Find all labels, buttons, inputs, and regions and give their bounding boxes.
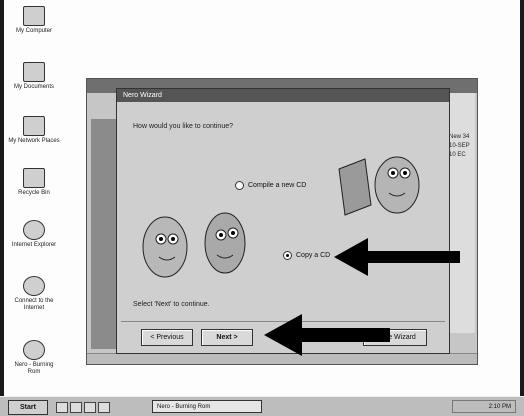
desktop-icon-label: Nero - Burning Rom (14, 362, 54, 375)
screen-border-right (520, 0, 524, 415)
right-column-row: 10-SEP (449, 143, 470, 149)
right-column-row: New 34 (449, 134, 470, 140)
desktop-icon-label: Internet Explorer (11, 242, 57, 248)
option-compile-label: Compile a new CD (248, 182, 307, 189)
computer-icon (23, 6, 45, 26)
desktop-icon-label: My Documents (13, 84, 54, 90)
screen-border-left (0, 0, 4, 415)
desktop-icon-internet-explorer[interactable]: Internet Explorer (8, 220, 60, 249)
desktop-icon-my-documents[interactable]: My Documents (8, 62, 60, 91)
start-button[interactable]: Start (8, 400, 48, 415)
wizard-title: Nero Wizard (117, 89, 449, 102)
clock: 2:10 PM (488, 404, 511, 410)
desktop-icon-nero[interactable]: Nero - Burning Rom (8, 340, 60, 376)
desktop-icon-label: Connect to the Internet (14, 298, 54, 311)
radio-button[interactable] (235, 181, 244, 190)
right-column-row: 10 EC (449, 152, 466, 158)
desktop-icon-label: My Network Places (8, 138, 60, 144)
desktop-icon-network-places[interactable]: My Network Places (8, 116, 60, 145)
system-tray: 2:10 PM (452, 400, 516, 413)
arrow-to-next-button-icon (264, 314, 390, 356)
disc-case-cartoon-icon (338, 156, 420, 216)
previous-button[interactable]: < Previous (141, 329, 193, 346)
option-copy-label: Copy a CD (296, 252, 331, 259)
arrow-to-copy-cd-icon (334, 238, 460, 276)
disc-cartoon-left-icon (142, 216, 188, 278)
network-icon (23, 116, 45, 136)
desktop: My Computer My Documents My Network Plac… (0, 0, 524, 416)
quick-launch-outlook-icon[interactable] (84, 402, 96, 413)
recycle-bin-icon (23, 168, 45, 188)
quick-launch-media-icon[interactable] (98, 402, 110, 413)
radio-button-selected[interactable] (283, 251, 292, 260)
background-window-right-column: New 34 10-SEP 10 EC (446, 93, 475, 333)
desktop-icon-label: Recycle Bin (18, 190, 50, 196)
quick-launch-ie-icon[interactable] (56, 402, 68, 413)
wizard-hint: Select 'Next' to continue. (133, 301, 210, 308)
desktop-icon-my-computer[interactable]: My Computer (8, 6, 60, 35)
globe-icon (23, 276, 45, 296)
disc-icon (23, 340, 45, 360)
desktop-icon-label: My Computer (15, 28, 52, 34)
desktop-icon-recycle-bin[interactable]: Recycle Bin (8, 168, 60, 197)
desktop-icon-connect-internet[interactable]: Connect to the Internet (8, 276, 60, 312)
background-window-left-pane (91, 119, 119, 349)
quick-launch-desktop-icon[interactable] (70, 402, 82, 413)
folder-icon (23, 62, 45, 82)
taskbar: Start Nero - Burning Rom 2:10 PM (0, 396, 524, 416)
taskbar-item-nero[interactable]: Nero - Burning Rom (152, 400, 262, 413)
wizard-question: How would you like to continue? (133, 123, 234, 130)
disc-cartoon-middle-icon (204, 212, 246, 274)
option-compile-new-cd[interactable]: Compile a new CD (235, 181, 306, 190)
next-button[interactable]: Next > (201, 329, 253, 346)
internet-explorer-icon (23, 220, 45, 240)
option-copy-cd[interactable]: Copy a CD (283, 251, 330, 260)
